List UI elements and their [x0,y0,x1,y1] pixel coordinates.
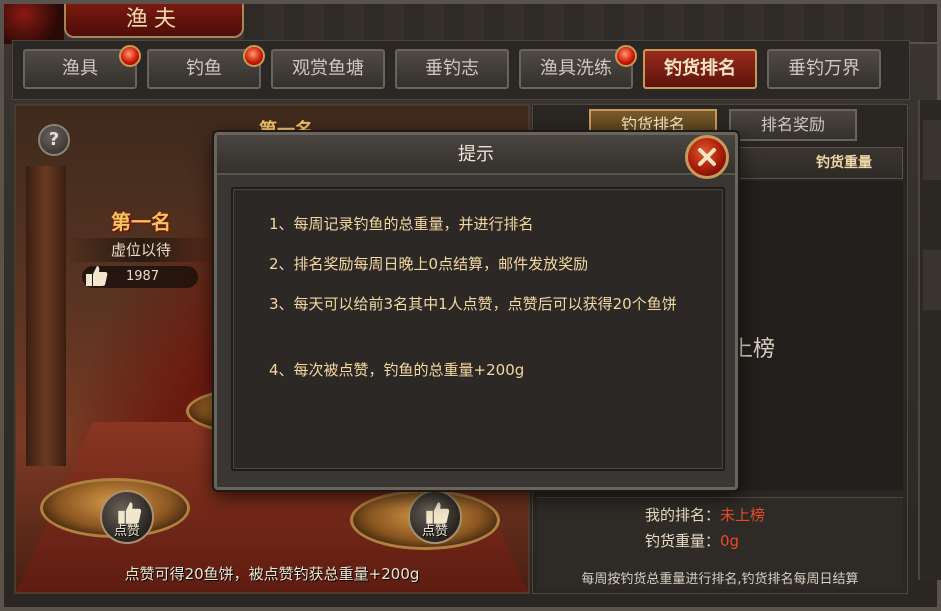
notification-dot-icon [119,45,141,67]
tip-item: 2、排名奖励每周日晚上0点结算，邮件发放奖励 [269,255,589,273]
tab-label: 渔具洗练 [540,58,612,79]
my-rank-row: 我的排名：未上榜 [645,504,765,525]
tab-ranking-rewards[interactable]: 排名奖励 [729,109,857,141]
side-tab[interactable] [923,250,941,310]
main-tab-bar: 渔具 钓鱼 观赏鱼塘 垂钓志 渔具洗练 钓货排名 垂钓万界 [12,40,910,100]
tab-fish-pond[interactable]: 观赏鱼塘 [271,49,385,89]
tab-fishing-realms[interactable]: 垂钓万界 [767,49,881,89]
like-button-right[interactable]: 点赞 [408,490,462,544]
close-button[interactable] [685,135,729,179]
my-weight-value: 0g [720,532,740,550]
like-button-left[interactable]: 点赞 [100,490,154,544]
dialog-body: 1、每周记录钓鱼的总重量，并进行排名 2、排名奖励每周日晚上0点结算，邮件发放奖… [231,187,725,471]
side-tab-strip [918,100,941,580]
ranking-rule-note: 每周按钓货总重量进行排名,钓货排名每周日结算 [581,572,859,587]
tip-item: 4、每次被点赞，钓鱼的总重量+200g [269,361,525,379]
tip-dialog: 提示 1、每周记录钓鱼的总重量，并进行排名 2、排名奖励每周日晚上0点结算，邮件… [214,132,738,490]
tab-fishing-gear[interactable]: 渔具 [23,45,141,89]
like-button-label: 点赞 [421,524,448,539]
tab-label: 钓货排名 [664,58,736,79]
side-tab[interactable] [923,120,941,180]
dialog-title: 提示 [217,135,735,175]
my-ranking-info: 我的排名：未上榜 钓货重量：0g 每周按钓货总重量进行排名,钓货排名每周日结算 [537,497,903,589]
my-weight-label: 钓货重量： [645,532,721,550]
tab-label: 垂钓万界 [788,58,860,79]
window-title: 渔夫 [64,4,244,38]
like-button-label: 点赞 [113,524,140,539]
first-place-name: 虚位以待 [66,238,216,262]
top-border-ornament [244,4,937,44]
tab-gear-refine[interactable]: 渔具洗练 [519,45,637,89]
tip-item: 1、每周记录钓鱼的总重量，并进行排名 [269,215,534,233]
weight-column-header: 钓货重量 [816,155,872,171]
thumbs-up-icon [86,266,108,286]
tip-item: 3、每天可以给前3名其中1人点赞，点赞后可以获得20个鱼饼 [269,295,677,313]
notification-dot-icon [243,45,265,67]
help-button[interactable]: ? [38,124,70,156]
first-place-likes: 1987 [82,266,198,288]
tab-label: 观赏鱼塘 [292,58,364,79]
likes-count: 1987 [126,269,160,284]
tab-label: 钓鱼 [186,58,222,79]
tab-label: 渔具 [62,58,98,79]
pillar [26,166,66,466]
my-rank-value: 未上榜 [720,506,766,524]
tab-fishing-log[interactable]: 垂钓志 [395,49,509,89]
my-weight-row: 钓货重量：0g [645,530,739,551]
like-reward-info: 点赞可得20鱼饼，被点赞钓获总重量+200g [124,565,420,583]
tab-catch-ranking[interactable]: 钓货排名 [643,49,757,89]
tab-label: 垂钓志 [425,58,479,79]
close-icon [698,148,716,166]
my-rank-label: 我的排名： [645,506,721,524]
notification-dot-icon [615,45,637,67]
rank-title-first: 第一名 [111,210,171,234]
dragon-ornament [4,4,64,44]
tab-fishing[interactable]: 钓鱼 [147,45,265,89]
